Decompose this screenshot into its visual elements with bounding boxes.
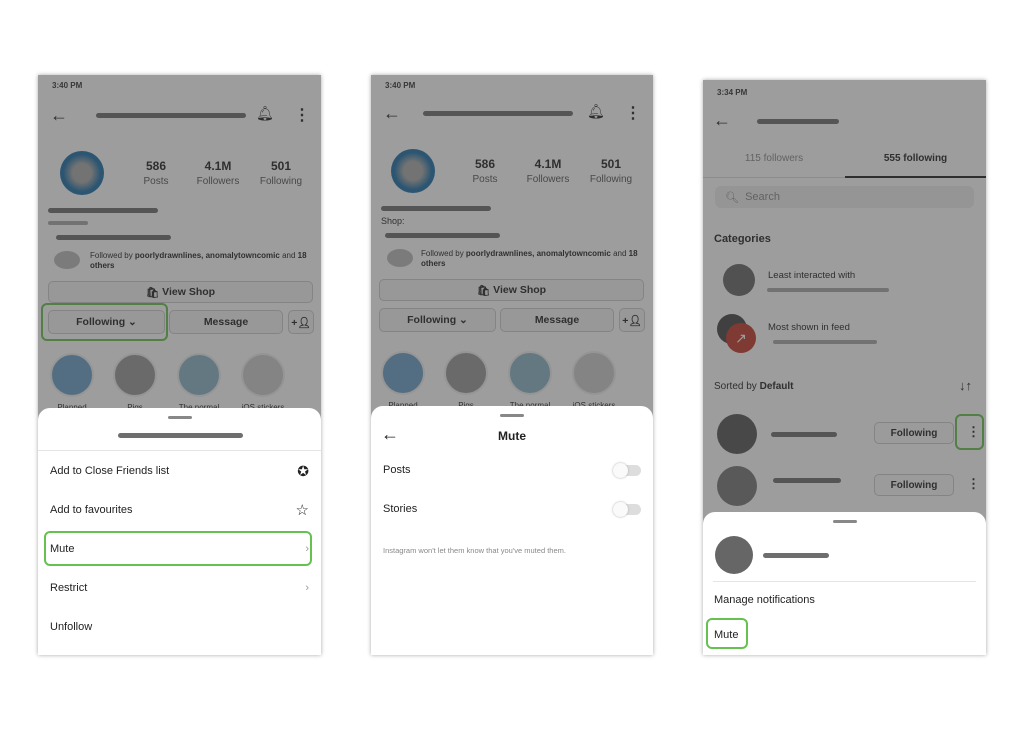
option-label: Stories xyxy=(383,503,418,515)
mute-posts-row: Posts xyxy=(383,462,641,478)
mute-stories-toggle[interactable] xyxy=(613,501,641,517)
redacted-username xyxy=(118,433,243,438)
mute-stories-row: Stories xyxy=(383,501,641,517)
menu-label: Unfollow xyxy=(50,621,93,633)
star-outline-icon: ☆ xyxy=(295,502,309,519)
sheet-handle[interactable] xyxy=(500,414,524,417)
divider xyxy=(713,581,976,582)
menu-label: Restrict xyxy=(50,582,88,594)
options-sheet: Add to Close Friends list ✪ Add to favour… xyxy=(38,408,321,655)
phone-panel-following-list: 3:34 PM ← 115 followers 555 following 🔍︎… xyxy=(703,80,986,655)
manage-notifications-item[interactable]: Manage notifications xyxy=(714,594,815,606)
highlight-mute xyxy=(706,618,748,649)
menu-item-close-friends[interactable]: Add to Close Friends list ✪ xyxy=(50,463,309,479)
chevron-right-icon: › xyxy=(305,582,309,594)
phone-panel-profile-options: 3:40 PM ← 🔔︎ ⋮ 586 Posts 4.1M Followers … xyxy=(38,75,321,655)
sheet-title: Mute xyxy=(498,429,526,443)
close-friends-star-circle-icon: ✪ xyxy=(297,462,309,479)
menu-item-unfollow[interactable]: Unfollow xyxy=(50,619,309,635)
redacted-username xyxy=(763,553,829,558)
user-avatar xyxy=(715,536,753,574)
menu-label: Add to Close Friends list xyxy=(50,465,170,477)
option-label: Posts xyxy=(383,464,411,476)
menu-item-favourites[interactable]: Add to favourites ☆ xyxy=(50,502,309,519)
mute-note: Instagram won't let them know that you'v… xyxy=(383,546,566,555)
divider xyxy=(38,450,321,451)
mute-sheet: ← Mute Posts Stories Instagram won't let… xyxy=(371,406,653,655)
sheet-handle[interactable] xyxy=(832,520,857,523)
menu-label: Add to favourites xyxy=(50,504,133,516)
menu-item-restrict[interactable]: Restrict › xyxy=(50,580,309,596)
mute-posts-toggle[interactable] xyxy=(613,462,641,478)
user-options-sheet: Manage notifications Mute xyxy=(703,512,986,655)
sheet-handle[interactable] xyxy=(167,416,192,419)
phone-panel-mute: 3:40 PM ← 🔔︎ ⋮ 586 Posts 4.1M Followers … xyxy=(371,75,653,655)
highlight-mute xyxy=(44,531,312,566)
